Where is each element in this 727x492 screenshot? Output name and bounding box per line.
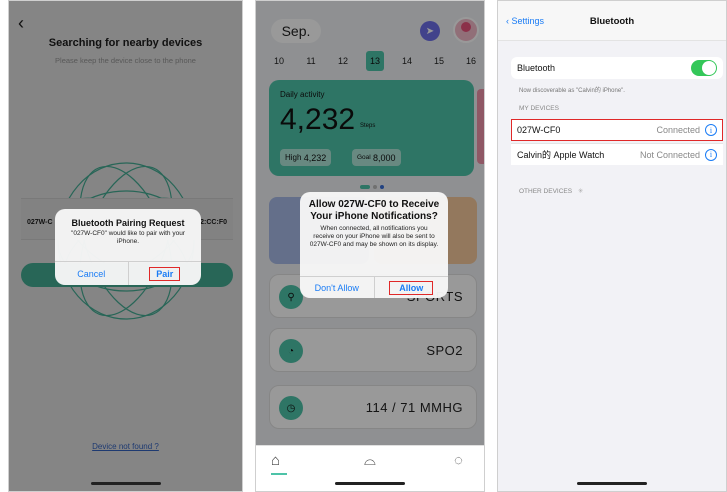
device-row-027w[interactable]: 027W-CF0 Connected i <box>511 119 723 141</box>
home-indicator <box>335 482 405 485</box>
device-status: Connected <box>656 125 700 135</box>
spinner-icon: ✳ <box>577 188 584 195</box>
settings-icon[interactable]: ◌ <box>454 452 463 469</box>
bluetooth-label: Bluetooth <box>517 63 556 73</box>
device-name: 027W-CF0 <box>517 125 561 135</box>
allow-button[interactable]: Allow <box>373 277 449 298</box>
device-row-apple-watch[interactable]: Calvin的 Apple Watch Not Connected i <box>511 143 723 165</box>
alert-body: When connected, all notifications you re… <box>309 225 439 248</box>
other-devices-label: OTHER DEVICES <box>519 188 573 195</box>
navigation-bar: ‹ Settings Bluetooth <box>498 1 726 41</box>
nav-title: Bluetooth <box>589 16 635 27</box>
pairing-alert: Bluetooth Pairing Request "027W-CF0" wou… <box>55 209 201 285</box>
screenshot-composite: ‹ Searching for nearby devices Please ke… <box>0 0 727 492</box>
home-indicator <box>90 482 161 485</box>
app-home-screen: Sep. ➤ 10 11 12 13 14 15 16 Daily activi… <box>255 0 485 492</box>
pair-button[interactable]: Pair <box>127 262 202 285</box>
notifications-alert: Allow 027W-CF0 to Receive Your iPhone No… <box>300 192 448 298</box>
device-status: Not Connected <box>639 149 700 160</box>
bluetooth-toggle[interactable] <box>691 60 717 76</box>
cancel-button[interactable]: Cancel <box>55 262 128 285</box>
ios-bluetooth-settings: ‹ Settings Bluetooth Bluetooth Now disco… <box>497 0 727 492</box>
info-icon[interactable]: i <box>705 124 717 136</box>
alert-body: "027W-CF0" would like to pair with your … <box>71 230 185 245</box>
watch-icon[interactable]: ⌓ <box>364 452 376 469</box>
pairing-screen: ‹ Searching for nearby devices Please ke… <box>8 0 243 492</box>
alert-title: Bluetooth Pairing Request <box>71 218 185 228</box>
home-indicator <box>577 482 647 485</box>
info-icon[interactable]: i <box>705 148 717 161</box>
other-devices-header: OTHER DEVICES ✳ <box>519 187 583 195</box>
pair-button-label: Pair <box>149 266 181 281</box>
home-icon[interactable]: ⌂ <box>271 452 280 469</box>
discoverable-note: Now discoverable as "Calvin的 iPhone". <box>519 88 625 94</box>
allow-button-label: Allow <box>389 280 434 295</box>
bluetooth-toggle-row: Bluetooth <box>511 57 723 79</box>
alert-title: Allow 027W-CF0 to Receive Your iPhone No… <box>308 199 440 222</box>
dont-allow-button[interactable]: Don't Allow <box>300 277 374 298</box>
my-devices-header: MY DEVICES <box>519 105 559 112</box>
tab-indicator <box>271 473 287 475</box>
device-name: Calvin的 Apple Watch <box>517 150 605 160</box>
